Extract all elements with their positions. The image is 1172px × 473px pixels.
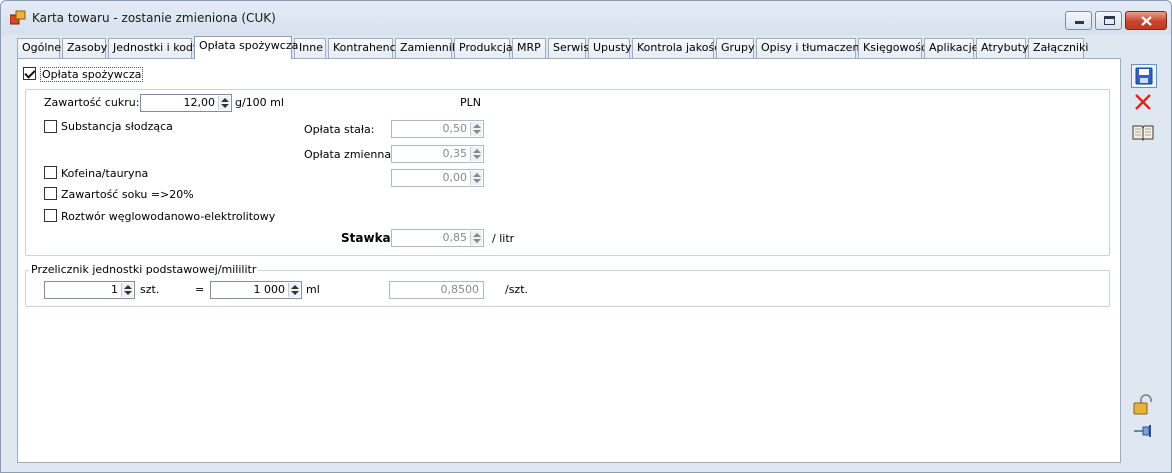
juice-label: Zawartość soku =>20%: [61, 188, 194, 201]
caffeine-checkbox[interactable]: [44, 166, 57, 179]
tab-grupy[interactable]: Grupy: [716, 38, 755, 58]
quantity-unit: szt.: [140, 283, 160, 296]
lock-button[interactable]: [1131, 394, 1157, 418]
extra-fee-input[interactable]: 0,00: [391, 169, 484, 187]
quantity-stepper[interactable]: [121, 283, 133, 297]
sugar-input[interactable]: 12,00: [140, 94, 232, 112]
rate-input[interactable]: 0,85: [391, 229, 484, 247]
tab-oplata-spozywcza[interactable]: Opłata spożywcza: [194, 36, 298, 59]
tab-atrybuty[interactable]: Atrybuty: [976, 38, 1028, 58]
fixed-fee-stepper[interactable]: [470, 122, 482, 136]
tab-zalaczniki[interactable]: Załączniki: [1028, 38, 1088, 58]
caffeine-label: Kofeina/tauryna: [61, 167, 149, 180]
tab-upusty[interactable]: Upusty: [588, 38, 632, 58]
tab-ogolne[interactable]: Ogólne: [17, 38, 61, 58]
result-input[interactable]: 0,8500: [389, 281, 484, 299]
sweetener-checkbox[interactable]: [44, 120, 57, 133]
cancel-button[interactable]: [1131, 91, 1157, 115]
close-button[interactable]: [1125, 11, 1167, 30]
ml-stepper[interactable]: [288, 283, 300, 297]
fee-panel: Opłata spożywcza Zawartość cukru: 12,00 …: [17, 58, 1121, 463]
sugar-stepper[interactable]: [218, 96, 230, 110]
fee-enabled-checkbox[interactable]: [23, 67, 36, 80]
maximize-icon: [1104, 16, 1115, 25]
rate-label: Stawka: [341, 231, 391, 245]
tab-zasoby[interactable]: Zasoby: [62, 38, 107, 58]
sweetener-label: Substancja słodząca: [61, 120, 173, 133]
tab-ksiegowosc[interactable]: Księgowość: [858, 38, 927, 58]
tab-inne[interactable]: Inne: [294, 38, 326, 58]
tab-serwis[interactable]: Serwis: [548, 38, 589, 58]
variable-fee-label: Opłata zmienna:: [304, 148, 395, 161]
juice-checkbox[interactable]: [44, 187, 57, 200]
fee-enabled-label: Opłata spożywcza: [40, 67, 144, 82]
product-card-icon: [10, 10, 26, 25]
fixed-fee-input[interactable]: 0,50: [391, 120, 484, 138]
ml-input[interactable]: 1 000: [210, 281, 302, 299]
minimize-icon: [1075, 21, 1084, 24]
side-toolbar: [1126, 58, 1166, 463]
product-card-window: Karta towaru - zostanie zmieniona (CUK) …: [0, 0, 1172, 473]
ml-unit: ml: [306, 283, 320, 296]
tab-mrp[interactable]: MRP: [512, 38, 546, 58]
cancel-icon: [1135, 94, 1151, 110]
fee-group: [25, 89, 1110, 256]
maximize-button[interactable]: [1095, 11, 1122, 30]
sugar-unit: g/100 ml: [235, 96, 284, 109]
variable-fee-stepper[interactable]: [470, 147, 482, 161]
lock-icon: [1133, 394, 1152, 415]
save-icon: [1135, 67, 1153, 85]
sugar-label: Zawartość cukru:: [44, 96, 140, 109]
rate-unit: / litr: [492, 232, 515, 245]
tab-strip: Ogólne Zasoby Jednostki i kody Opłata sp…: [17, 36, 1117, 59]
book-icon: [1132, 125, 1154, 141]
tab-kontrahenci[interactable]: Kontrahenci: [328, 38, 399, 58]
book-button[interactable]: [1131, 121, 1157, 145]
pin-icon: [1134, 425, 1151, 437]
minimize-button[interactable]: [1065, 11, 1092, 30]
quantity-input[interactable]: 1: [44, 281, 135, 299]
electrolyte-label: Roztwór węglowodanowo-elektrolitowy: [61, 210, 276, 223]
currency-label: PLN: [460, 96, 481, 109]
tab-aplikacje[interactable]: Aplikacje: [924, 38, 978, 58]
save-button[interactable]: [1131, 64, 1157, 88]
converter-caption: Przelicznik jednostki podstawowej/milili…: [29, 263, 259, 276]
tab-opisy-i-tlumaczenia[interactable]: Opisy i tłumaczenia: [756, 38, 869, 58]
extra-fee-stepper[interactable]: [470, 171, 482, 185]
result-unit: /szt.: [505, 283, 529, 296]
tab-zamienniki[interactable]: Zamienniki: [395, 38, 461, 58]
window-title: Karta towaru - zostanie zmieniona (CUK): [32, 11, 276, 25]
tab-produkcja[interactable]: Produkcja: [454, 38, 513, 58]
variable-fee-input[interactable]: 0,35: [391, 145, 484, 163]
rate-stepper[interactable]: [470, 231, 482, 245]
pin-button[interactable]: [1131, 420, 1157, 444]
equals-sign: =: [195, 283, 205, 296]
fixed-fee-label: Opłata stała:: [304, 123, 375, 136]
tab-jednostki-i-kody[interactable]: Jednostki i kody: [108, 38, 199, 58]
title-bar[interactable]: Karta towaru - zostanie zmieniona (CUK): [1, 1, 1171, 35]
electrolyte-checkbox[interactable]: [44, 209, 57, 222]
close-icon: [1141, 16, 1152, 26]
tab-kontrola-jakosci[interactable]: Kontrola jakości: [632, 38, 723, 58]
